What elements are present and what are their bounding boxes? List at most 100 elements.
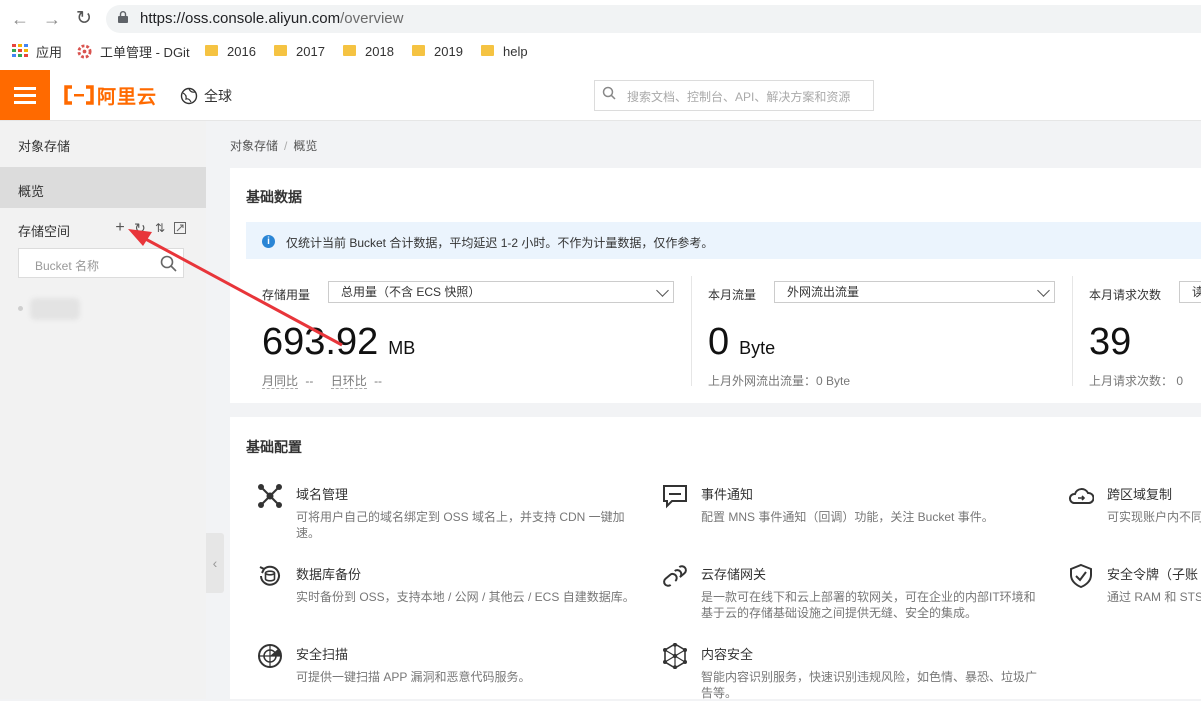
lock-icon xyxy=(118,11,128,23)
bookmark-label: 2016 xyxy=(227,43,256,59)
traffic-type-select[interactable]: 外网流出流量 xyxy=(774,281,1055,303)
aliyun-logo[interactable]: 阿里云 xyxy=(63,84,158,108)
breadcrumb-current: 概览 xyxy=(293,139,318,153)
requests-previous: 上月请求次数： 0 xyxy=(1089,374,1184,388)
notice-text: 仅统计当前 Bucket 合计数据，平均延迟 1-2 小时。不作为计量数据，仅作… xyxy=(286,236,714,250)
feature-title[interactable]: 安全扫描 xyxy=(296,644,348,663)
folder-icon xyxy=(343,44,356,56)
traffic-number: 0 xyxy=(708,321,730,363)
divider xyxy=(1072,276,1073,386)
globe-icon xyxy=(180,87,198,105)
menu-icon[interactable] xyxy=(0,70,50,120)
feature-desc: 可实现账户内不同 xyxy=(1107,510,1201,524)
forward-arrow-icon[interactable]: → xyxy=(42,9,62,29)
traffic-previous: 上月外网流出流量：0 Byte xyxy=(708,374,851,388)
basic-config-title: 基础配置 xyxy=(246,439,302,455)
gateway-link-icon xyxy=(663,565,687,587)
feature-desc: 智能内容识别服务，快速识别违规风险，如色情、暴恐、垃圾广告等。 xyxy=(701,670,1038,700)
breadcrumb-separator: / xyxy=(284,139,288,153)
feature-desc: 是一款可在线下和云上部署的软网关，可在企业的内部IT环境和基于云的存储基础设施之… xyxy=(701,590,1036,620)
database-backup-icon xyxy=(259,565,280,586)
feature-desc: 可提供一键扫描 APP 漏洞和恶意代码服务。 xyxy=(296,670,531,684)
feature-desc: 实时备份到 OSS，支持本地 / 公网 / 其他云 / ECS 自建数据库。 xyxy=(296,590,635,604)
dod-label: 日环比 xyxy=(330,374,367,389)
bucket-list-item-redacted[interactable] xyxy=(30,298,80,320)
search-icon xyxy=(602,86,616,100)
shield-check-icon xyxy=(1070,563,1092,589)
traffic-value: 0 Byte xyxy=(708,320,775,370)
region-selector[interactable]: 全球 xyxy=(180,86,232,106)
requests-type-select[interactable]: 读 xyxy=(1179,281,1201,303)
sidebar-collapse-chevron-icon[interactable]: ‹ xyxy=(206,533,224,593)
feature-title[interactable]: 内容安全 xyxy=(701,644,753,663)
select-value: 外网流出流量 xyxy=(787,285,860,299)
bookmark-dgit[interactable]: 工单管理 - DGit xyxy=(77,42,190,60)
dod-value: -- xyxy=(374,374,383,388)
feature-desc: 通过 RAM 和 STS xyxy=(1107,590,1201,604)
traffic-unit: Byte xyxy=(739,338,776,358)
bookmark-2019[interactable]: 2019 xyxy=(412,42,463,60)
bucket-search-placeholder: Bucket 名称 xyxy=(35,259,100,273)
add-bucket-icon[interactable]: + xyxy=(113,220,127,236)
bookmark-label: 2018 xyxy=(365,43,394,59)
logo-text: 阿里云 xyxy=(97,86,158,108)
back-arrow-icon[interactable]: ← xyxy=(10,9,30,29)
chevron-down-icon xyxy=(1037,284,1050,297)
feature-title[interactable]: 域名管理 xyxy=(296,484,348,503)
reload-icon[interactable]: ↻ xyxy=(74,9,94,29)
sidebar-title: 对象存储 xyxy=(18,139,71,154)
bookmark-2018[interactable]: 2018 xyxy=(343,42,394,60)
divider xyxy=(691,276,692,386)
bookmark-label: 2017 xyxy=(296,43,325,59)
select-value: 读 xyxy=(1192,285,1201,299)
bookmark-apps[interactable]: 应用 xyxy=(12,42,62,60)
aliyun-bracket-logo-icon xyxy=(64,85,94,105)
feature-title[interactable]: 数据库备份 xyxy=(296,564,361,583)
feature-title[interactable]: 跨区域复制 xyxy=(1107,484,1172,503)
cloud-sync-icon xyxy=(1068,488,1094,504)
storage-number: 693.92 xyxy=(262,321,379,363)
expand-icon[interactable] xyxy=(174,222,186,234)
radar-scan-icon xyxy=(258,644,282,668)
requests-label: 本月请求次数 xyxy=(1089,288,1162,302)
info-icon: i xyxy=(262,235,275,248)
mom-value: -- xyxy=(305,374,314,388)
bookmark-2017[interactable]: 2017 xyxy=(274,42,325,60)
search-placeholder: 搜索文档、控制台、API、解决方案和资源 xyxy=(627,90,851,104)
bookmark-label: help xyxy=(503,43,528,59)
url-text[interactable]: https://oss.console.aliyun.com/overview xyxy=(140,10,403,27)
feature-title[interactable]: 事件通知 xyxy=(701,484,753,503)
bookmark-label: 工单管理 - DGit xyxy=(100,44,190,60)
region-label: 全球 xyxy=(204,88,232,104)
bookmark-label: 2019 xyxy=(434,43,463,59)
storage-type-select[interactable]: 总用量（不含 ECS 快照） xyxy=(328,281,674,303)
refresh-icon[interactable]: ↻ xyxy=(133,221,147,235)
message-icon xyxy=(663,485,687,509)
bookmark-label: 应用 xyxy=(36,44,63,60)
storage-value: 693.92 MB xyxy=(262,320,415,370)
feature-title[interactable]: 云存储网关 xyxy=(701,564,766,583)
select-value: 总用量（不含 ECS 快照） xyxy=(341,285,481,299)
feature-desc: 可将用户自己的域名绑定到 OSS 域名上，并支持 CDN 一键加速。 xyxy=(296,510,625,540)
url-host: https://oss.console.aliyun.com xyxy=(140,10,341,27)
feature-desc: 配置 MNS 事件通知（回调）功能，关注 Bucket 事件。 xyxy=(701,510,994,524)
folder-icon xyxy=(481,44,494,56)
chevron-down-icon xyxy=(656,284,669,297)
basic-data-title: 基础数据 xyxy=(246,189,302,205)
breadcrumb: 对象存储 / 概览 xyxy=(230,137,317,154)
requests-value: 39 xyxy=(1089,321,1132,363)
bucket-search-icon[interactable] xyxy=(160,255,177,272)
folder-icon xyxy=(274,44,287,56)
sort-icon[interactable]: ⇅ xyxy=(153,221,167,235)
buckets-section-label: 存储空间 xyxy=(18,224,71,239)
bookmark-2016[interactable]: 2016 xyxy=(205,42,256,60)
content-security-icon xyxy=(663,643,687,669)
breadcrumb-root[interactable]: 对象存储 xyxy=(230,139,278,153)
feature-title[interactable]: 安全令牌（子账 xyxy=(1107,564,1198,583)
folder-icon xyxy=(412,44,425,56)
apps-grid-icon xyxy=(12,44,28,57)
storage-unit: MB xyxy=(388,338,416,358)
bookmark-help[interactable]: help xyxy=(481,42,528,60)
mom-label: 月同比 xyxy=(262,374,299,389)
traffic-label: 本月流量 xyxy=(708,288,757,302)
